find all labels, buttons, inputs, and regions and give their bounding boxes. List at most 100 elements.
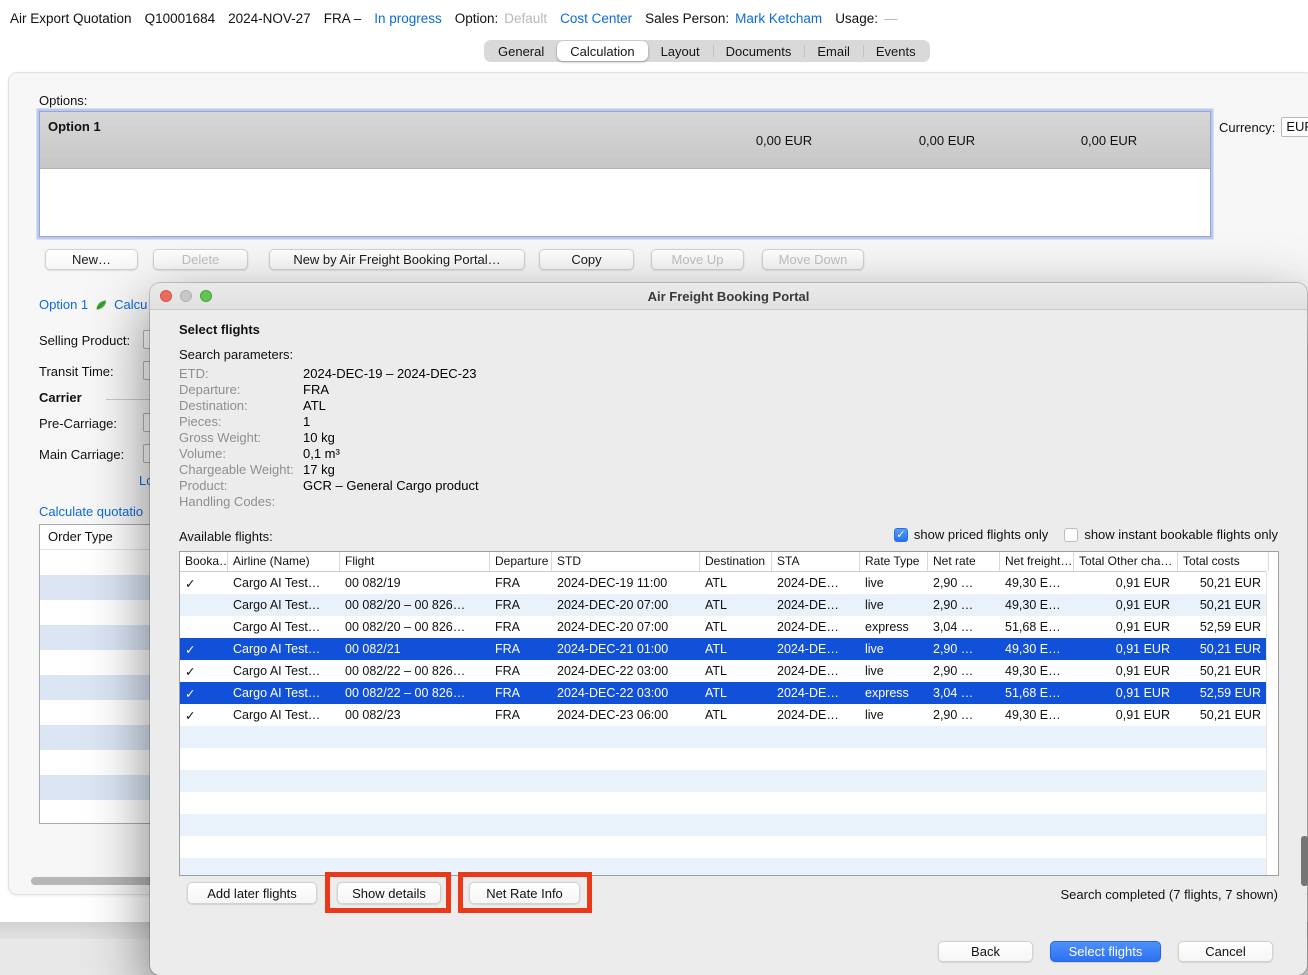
column-header-total_costs[interactable]: Total costs [1178, 552, 1269, 571]
cost-center-link[interactable]: Cost Center [560, 11, 632, 26]
order-type-row[interactable] [40, 625, 151, 650]
vertical-scrollbar-thumb[interactable] [1301, 836, 1308, 886]
checkbox-icon[interactable] [1064, 528, 1078, 542]
order-type-row[interactable] [40, 675, 151, 700]
net-rate-info-highlight [458, 872, 592, 913]
calculate-quotation-link[interactable]: Calculate quotatio [39, 504, 143, 519]
cancel-button[interactable]: Cancel [1178, 941, 1273, 962]
column-header-total_other[interactable]: Total Other cha… [1074, 552, 1178, 571]
empty-row [180, 748, 1269, 770]
column-header-std[interactable]: STD [552, 552, 700, 571]
flight-filters: ✓show priced flights only show instant bo… [894, 527, 1278, 542]
cell-destination: ATL [700, 576, 772, 590]
order-type-row[interactable] [40, 725, 151, 750]
column-header-destination[interactable]: Destination [700, 552, 772, 571]
column-header-departure[interactable]: Departure [490, 552, 552, 571]
cell-std: 2024-DEC-20 07:00 [552, 598, 700, 612]
priced-only-filter[interactable]: ✓show priced flights only [894, 527, 1048, 542]
param-label: Departure: [179, 382, 303, 398]
option-amount: 0,00 EUR [1064, 133, 1154, 148]
back-button[interactable]: Back [938, 941, 1033, 962]
search-params-list: ETD:2024-DEC-19 – 2024-DEC-23Departure:F… [179, 366, 479, 510]
new-button[interactable]: New… [45, 249, 138, 270]
status-link[interactable]: In progress [374, 11, 442, 26]
option-group: Option: Default [455, 11, 547, 26]
cell-airline: Cargo AI Test… [228, 642, 340, 656]
column-header-sta[interactable]: STA [772, 552, 860, 571]
cell-total_other: 0,91 EUR [1074, 664, 1178, 678]
copy-button[interactable]: Copy [539, 249, 634, 270]
option-amount: 0,00 EUR [739, 133, 829, 148]
flight-row[interactable]: ✓Cargo AI Test…00 082/22 – 00 826…FRA202… [180, 682, 1269, 704]
flight-row[interactable]: Cargo AI Test…00 082/20 – 00 826…FRA2024… [180, 594, 1269, 616]
cell-std: 2024-DEC-23 06:00 [552, 708, 700, 722]
cell-departure: FRA [490, 620, 552, 634]
order-type-row[interactable] [40, 700, 151, 725]
option-row[interactable]: Option 1 0,00 EUR0,00 EUR0,00 EUR [40, 112, 1210, 169]
tab-general[interactable]: General [485, 41, 557, 61]
order-type-row[interactable] [40, 800, 151, 824]
order-type-column-header[interactable]: Order Type [40, 525, 151, 550]
flight-row[interactable]: ✓Cargo AI Test…00 082/23FRA2024-DEC-23 0… [180, 704, 1269, 726]
column-header-net_freight[interactable]: Net freight… [1000, 552, 1074, 571]
param-value: 10 kg [303, 430, 335, 446]
instant-bookable-filter[interactable]: show instant bookable flights only [1064, 527, 1278, 542]
flight-row[interactable]: Cargo AI Test…00 082/20 – 00 826…FRA2024… [180, 616, 1269, 638]
order-type-row[interactable] [40, 775, 151, 800]
flight-row[interactable]: ✓Cargo AI Test…00 082/21FRA2024-DEC-21 0… [180, 638, 1269, 660]
select-flights-button[interactable]: Select flights [1050, 941, 1161, 962]
column-header-bookable[interactable]: Booka… [180, 552, 228, 571]
param-value: 1 [303, 414, 310, 430]
tab-events[interactable]: Events [863, 41, 929, 61]
flight-row[interactable]: ✓Cargo AI Test…00 082/19FRA2024-DEC-19 1… [180, 572, 1269, 594]
option-value: Default [504, 11, 547, 26]
cell-rate_type: live [860, 708, 928, 722]
minimize-icon[interactable] [180, 290, 192, 302]
options-list[interactable]: Option 1 0,00 EUR0,00 EUR0,00 EUR [39, 111, 1211, 237]
option-1-link[interactable]: Option 1 [39, 297, 88, 312]
flight-row[interactable]: ✓Cargo AI Test…00 082/22 – 00 826…FRA202… [180, 660, 1269, 682]
calculation-link[interactable]: Calcu [114, 297, 147, 312]
column-header-flight[interactable]: Flight [340, 552, 490, 571]
column-header-rate_type[interactable]: Rate Type [860, 552, 928, 571]
column-header-net_rate[interactable]: Net rate [928, 552, 1000, 571]
options-toolbar: New…DeleteNew by Air Freight Booking Por… [9, 249, 1308, 270]
add-later-flights-button[interactable]: Add later flights [187, 882, 317, 904]
param-value: FRA [303, 382, 329, 398]
sales-person-link[interactable]: Mark Ketcham [735, 11, 822, 26]
select-flights-heading: Select flights [179, 322, 260, 337]
order-type-row[interactable] [40, 650, 151, 675]
cell-airline: Cargo AI Test… [228, 686, 340, 700]
currency-field[interactable]: EUR [1281, 117, 1308, 137]
cell-total_other: 0,91 EUR [1074, 708, 1178, 722]
order-type-row[interactable] [40, 750, 151, 775]
tab-layout[interactable]: Layout [648, 41, 713, 61]
flights-table-header: Booka…Airline (Name)FlightDepartureSTDDe… [180, 552, 1278, 572]
app-title: Air Export Quotation [10, 11, 132, 26]
tab-calculation[interactable]: Calculation [557, 41, 647, 61]
close-icon[interactable] [160, 290, 172, 302]
cell-flight: 00 082/20 – 00 826… [340, 620, 490, 634]
table-scrollbar-track[interactable] [1266, 571, 1278, 875]
column-header-airline[interactable]: Airline (Name) [228, 552, 340, 571]
tab-documents[interactable]: Documents [713, 41, 805, 61]
param-value: GCR – General Cargo product [303, 478, 479, 494]
zoom-icon[interactable] [200, 290, 212, 302]
dialog-titlebar: Air Freight Booking Portal [150, 283, 1307, 310]
cell-sta: 2024-DE… [772, 664, 860, 678]
cell-net_rate: 2,90 … [928, 598, 1000, 612]
quotation-route: FRA – [324, 11, 362, 26]
order-type-row[interactable] [40, 575, 151, 600]
order-type-row[interactable] [40, 550, 151, 575]
available-flights-label: Available flights: [179, 529, 273, 544]
cell-net_rate: 2,90 … [928, 642, 1000, 656]
cell-sta: 2024-DE… [772, 686, 860, 700]
tab-email[interactable]: Email [804, 41, 863, 61]
cell-net_freight: 49,30 E… [1000, 598, 1074, 612]
empty-row [180, 792, 1269, 814]
cell-bookable: ✓ [180, 576, 228, 591]
empty-row [180, 814, 1269, 836]
order-type-row[interactable] [40, 600, 151, 625]
new-by-portal-button[interactable]: New by Air Freight Booking Portal… [269, 249, 525, 270]
checkbox-icon[interactable]: ✓ [894, 528, 908, 542]
